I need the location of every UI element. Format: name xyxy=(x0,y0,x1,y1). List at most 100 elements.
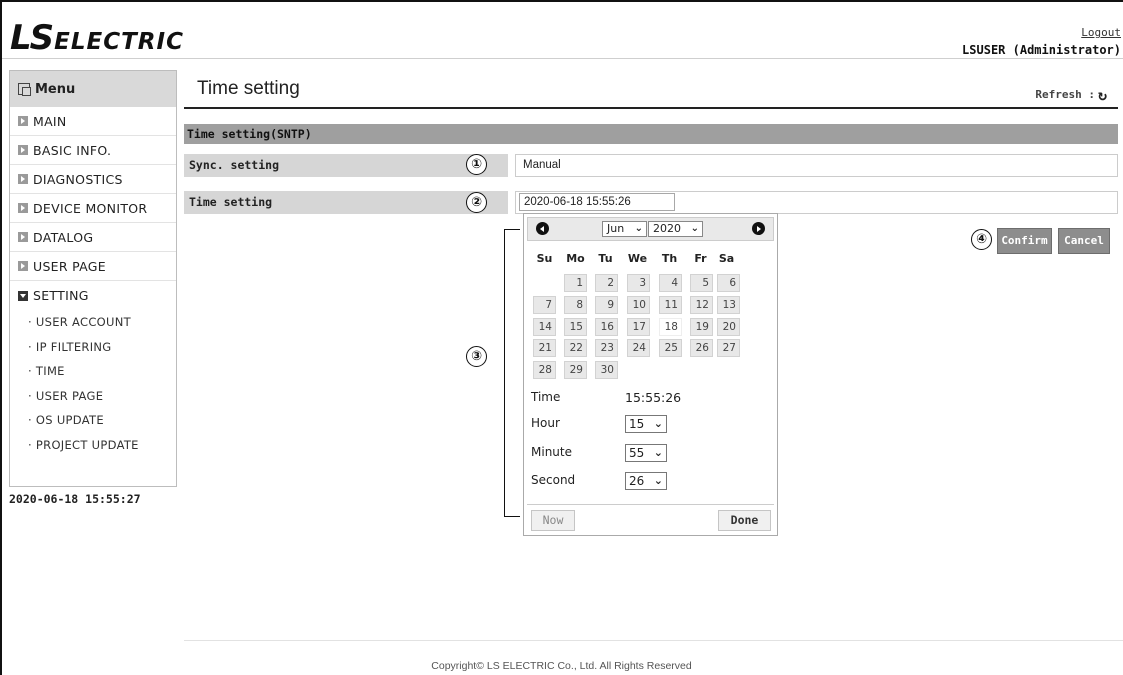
weekday-header: Th xyxy=(661,252,678,265)
sync-setting-value[interactable]: Manual xyxy=(515,154,1118,177)
calendar-day[interactable]: 19 xyxy=(690,318,713,336)
confirm-button[interactable]: Confirm xyxy=(997,228,1052,254)
done-button[interactable]: Done xyxy=(718,510,771,531)
prev-month-icon[interactable] xyxy=(536,222,549,235)
callout-bracket xyxy=(504,229,520,517)
calendar-day[interactable]: 20 xyxy=(717,318,740,336)
sidebar-item-label: MAIN xyxy=(33,113,67,129)
sidebar-item-datalog[interactable]: DATALOG xyxy=(10,223,176,252)
calendar-day[interactable]: 2 xyxy=(595,274,618,292)
sidebar-item-label: SETTING xyxy=(33,288,89,303)
sidebar-item-device-monitor[interactable]: DEVICE MONITOR xyxy=(10,194,176,223)
weekday-header: Fr xyxy=(694,252,707,265)
time-setting-row: 2020-06-18 15:55:26 xyxy=(515,191,1118,214)
calendar-day[interactable]: 4 xyxy=(659,274,682,292)
calendar-day[interactable]: 24 xyxy=(627,339,650,357)
next-month-icon[interactable] xyxy=(752,222,765,235)
sidebar: Menu MAIN BASIC INFO. DIAGNOSTICS DEVICE… xyxy=(9,70,177,487)
calendar-day[interactable]: 9 xyxy=(595,296,618,314)
submenu-label: TIME xyxy=(35,364,65,379)
logout-link[interactable]: Logout xyxy=(962,26,1121,39)
refresh-icon: ↻ xyxy=(1097,86,1107,104)
sidebar-item-basic-info[interactable]: BASIC INFO. xyxy=(10,136,176,165)
calendar-day[interactable]: 3 xyxy=(627,274,650,292)
submenu-label: USER PAGE xyxy=(35,388,104,403)
calendar-day[interactable]: 26 xyxy=(690,339,713,357)
hour-select[interactable]: 15 ⌄ xyxy=(625,415,667,433)
calendar-day[interactable]: 6 xyxy=(717,274,740,292)
calendar-day[interactable]: 10 xyxy=(627,296,650,314)
expand-icon xyxy=(18,116,28,126)
callout-1: ① xyxy=(466,154,487,175)
expand-icon xyxy=(18,232,28,242)
ls-electric-logo: LSELECTRIC xyxy=(10,18,184,58)
calendar-day[interactable]: 22 xyxy=(564,339,587,357)
cancel-button[interactable]: Cancel xyxy=(1058,228,1110,254)
weekday-header: We xyxy=(627,252,648,265)
logo-electric-text: ELECTRIC xyxy=(54,29,184,55)
sidebar-item-main[interactable]: MAIN xyxy=(10,107,176,136)
calendar-day[interactable]: 8 xyxy=(564,296,587,314)
menu-icon xyxy=(18,83,31,96)
calendar-day[interactable]: 23 xyxy=(595,339,618,357)
submenu-project-update[interactable]: · PROJECT UPDATE xyxy=(10,433,176,458)
expand-icon xyxy=(18,174,28,184)
chevron-down-icon: ⌄ xyxy=(634,223,643,234)
calendar-day[interactable]: 28 xyxy=(533,361,556,379)
calendar-day[interactable]: 27 xyxy=(717,339,740,357)
calendar-day[interactable]: 17 xyxy=(627,318,650,336)
calendar-day[interactable]: 16 xyxy=(595,318,618,336)
month-value: Jun xyxy=(607,222,625,235)
sidebar-item-user-page[interactable]: USER PAGE xyxy=(10,252,176,281)
expand-icon xyxy=(18,261,28,271)
sidebar-item-label: DEVICE MONITOR xyxy=(33,200,148,216)
callout-3: ③ xyxy=(466,346,487,367)
calendar-day[interactable]: 13 xyxy=(717,296,740,314)
calendar-day[interactable]: 11 xyxy=(659,296,682,314)
submenu-label: PROJECT UPDATE xyxy=(35,437,139,452)
datetime-picker: Jun ⌄ 2020 ⌄ Su Mo Tu We Th Fr Sa 1 2 3 4 5 6 7 8 9 10 11 1… xyxy=(523,213,778,536)
calendar-day[interactable]: 1 xyxy=(564,274,587,292)
calendar-day[interactable]: 14 xyxy=(533,318,556,336)
calendar-day[interactable]: 5 xyxy=(690,274,713,292)
calendar-day[interactable]: 21 xyxy=(533,339,556,357)
minute-select[interactable]: 55 ⌄ xyxy=(625,444,667,462)
month-select[interactable]: Jun ⌄ xyxy=(602,221,647,237)
weekday-header: Tu xyxy=(598,252,613,265)
calendar-day[interactable]: 15 xyxy=(564,318,587,336)
menu-header: Menu xyxy=(10,71,176,107)
calendar-day[interactable]: 29 xyxy=(564,361,587,379)
submenu-os-update[interactable]: · OS UPDATE xyxy=(10,408,176,433)
calendar-day-today[interactable]: 18 xyxy=(659,318,682,336)
weekday-header: Sa xyxy=(718,252,735,265)
submenu-user-page[interactable]: · USER PAGE xyxy=(10,384,176,409)
calendar-day[interactable]: 30 xyxy=(595,361,618,379)
refresh-button[interactable]: Refresh : ↻ xyxy=(1035,86,1107,104)
copyright-text: Copyright© LS ELECTRIC Co., Ltd. All Rig… xyxy=(431,660,692,672)
sidebar-item-setting[interactable]: SETTING xyxy=(10,281,176,310)
footer-divider xyxy=(184,640,1123,641)
hour-label: Hour xyxy=(531,416,560,430)
year-value: 2020 xyxy=(653,222,681,235)
time-input[interactable]: 2020-06-18 15:55:26 xyxy=(519,193,675,211)
calendar-day[interactable]: 25 xyxy=(659,339,682,357)
minute-value: 55 xyxy=(629,446,645,460)
calendar-day[interactable]: 7 xyxy=(533,296,556,314)
section-header: Time setting(SNTP) xyxy=(184,124,1118,144)
sidebar-item-label: DATALOG xyxy=(33,229,94,245)
calendar-day[interactable]: 12 xyxy=(690,296,713,314)
year-select[interactable]: 2020 ⌄ xyxy=(648,221,703,237)
submenu-user-account[interactable]: · USER ACCOUNT xyxy=(10,310,176,335)
callout-2: ② xyxy=(466,192,487,213)
second-label: Second xyxy=(531,473,576,487)
minute-label: Minute xyxy=(531,445,572,459)
title-divider xyxy=(184,107,1118,109)
now-button[interactable]: Now xyxy=(531,510,575,531)
menu-label: Menu xyxy=(35,81,76,97)
submenu-ip-filtering[interactable]: · IP FILTERING xyxy=(10,335,176,360)
sidebar-item-diagnostics[interactable]: DIAGNOSTICS xyxy=(10,165,176,194)
submenu-time[interactable]: · TIME xyxy=(10,359,176,384)
second-select[interactable]: 26 ⌄ xyxy=(625,472,667,490)
time-setting-label: Time setting xyxy=(184,191,508,214)
chevron-down-icon: ⌄ xyxy=(690,223,699,234)
